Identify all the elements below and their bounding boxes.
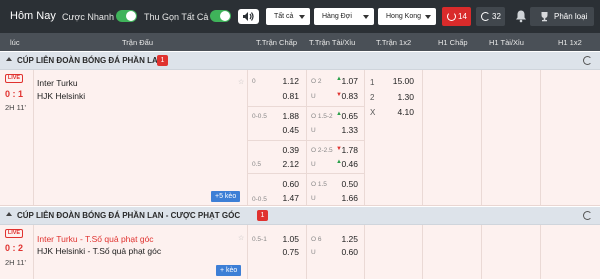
ou-line: U [311,127,316,134]
odds-cell[interactable]: 0.83 [334,91,358,101]
match-score: 0 : 1 [5,89,24,99]
odds-cell[interactable]: 0.45 [275,125,299,135]
live-icon [447,12,456,21]
odds-cell[interactable]: 1.88 [275,111,299,121]
filter-dropdown[interactable]: Tất cả [266,8,310,25]
sound-button[interactable] [238,9,259,24]
speaker-icon [243,12,254,21]
league-header[interactable]: CÚP LIÊN ĐOÀN BÓNG ĐÁ PHẦN LAN - CƯỢC PH… [0,207,600,225]
chevron-down-icon [299,15,305,19]
match-row: LIVE 0 : 1 2H 11' Inter Turku HJK Helsin… [0,70,600,206]
hdp-line: 0.5 [252,161,262,168]
odds-cell[interactable]: 0.81 [275,91,299,101]
refresh-button[interactable]: 32 [476,7,505,26]
chevron-up-icon[interactable] [6,57,12,61]
classify-button[interactable]: Phân loại [530,7,594,26]
col-ft-1x2: T.Trận 1x2 [376,38,412,47]
hdp-line: 0-0.5 [252,196,267,203]
sort-dropdown[interactable]: Hàng Đợi [314,8,374,25]
match-time: 2H 11' [5,103,26,112]
ou-line: U [311,161,316,168]
chevron-up-icon[interactable] [6,212,12,216]
chevron-down-icon [363,15,369,19]
match-score: 0 : 2 [5,243,24,253]
col-h1-handicap: H1 Chấp [438,38,468,47]
refresh-icon [481,12,490,21]
trophy-icon [541,12,548,22]
quick-bet-label: Cược Nhanh [62,12,114,22]
ou-line: O 1.5 [311,181,327,188]
odds-cell[interactable]: 1.12 [275,76,299,86]
odds-cell[interactable]: 15.00 [390,76,414,86]
odds-cell[interactable]: 1.05 [275,234,299,244]
odds-cell[interactable]: 1.33 [334,125,358,135]
refresh-icon[interactable] [583,211,592,220]
odds-cell[interactable]: 1.30 [390,92,414,102]
quick-bet-toggle[interactable] [116,10,137,22]
odds-cell[interactable]: 0.46 [334,159,358,169]
col-h1-1x2: H1 1x2 [558,38,582,47]
away-team[interactable]: HJK Helsinki [37,91,85,101]
chevron-down-icon [425,15,431,19]
odds-cell[interactable]: 1.47 [275,193,299,203]
odds-cell[interactable]: 0.65 [334,111,358,121]
match-time: 2H 11' [5,258,26,267]
odds-cell[interactable]: 1.78 [334,145,358,155]
col-time: lúc [10,38,20,47]
odds-cell[interactable]: 0.75 [275,247,299,257]
region-dropdown[interactable]: Hong Kong [378,8,436,25]
match-row: LIVE 0 : 2 2H 11' Inter Turku - T.Số quả… [0,225,600,279]
column-header: lúc Trận Đấu T.Trận Chấp T.Trận Tài/Xỉu … [0,33,600,51]
odds-cell[interactable]: 0.39 [275,145,299,155]
odds-cell[interactable]: 1.66 [334,193,358,203]
ou-line: U [311,249,316,256]
hdp-line: 0-0.5 [252,113,267,120]
odds-cell[interactable]: 0.50 [334,179,358,189]
star-icon[interactable]: ☆ [238,78,244,86]
col-h1-over-under: H1 Tài/Xỉu [489,38,524,47]
hdp-line: 0 [252,78,256,85]
odds-cell[interactable]: 0.60 [334,247,358,257]
star-icon[interactable]: ☆ [238,234,244,242]
ou-line: U [311,195,316,202]
ou-line: O 1.5-2 [311,113,333,120]
more-markets-button[interactable]: +5 kèo [211,191,241,202]
more-markets-button[interactable]: + kèo [216,265,242,276]
collapse-all-label: Thu Gọn Tất Cả [144,12,209,22]
match-count-badge: 1 [257,210,268,221]
match-count-badge: 1 [157,55,168,66]
odds-cell[interactable]: 2.12 [275,159,299,169]
home-team[interactable]: Inter Turku - T.Số quả phạt góc [37,234,154,244]
x12-label: 1 [370,78,375,87]
home-team[interactable]: Inter Turku [37,78,78,88]
league-name: CÚP LIÊN ĐOÀN BÓNG ĐÁ PHẦN LAN [17,56,164,65]
page-title: Hôm Nay [10,10,56,22]
odds-cell[interactable]: 1.07 [334,76,358,86]
ou-line: O 2-2.5 [311,147,333,154]
live-badge: LIVE [5,229,23,238]
odds-cell[interactable]: 1.25 [334,234,358,244]
refresh-icon[interactable] [583,56,592,65]
ou-line: O 2 [311,78,322,85]
hdp-line: 0.5-1 [252,236,267,243]
x12-label: X [370,108,376,117]
top-bar: Hôm Nay Cược Nhanh Thu Gọn Tất Cả Tất cả… [0,0,600,33]
league-header[interactable]: CÚP LIÊN ĐOÀN BÓNG ĐÁ PHẦN LAN 1 [0,52,600,70]
x12-label: 2 [370,93,375,102]
away-team[interactable]: HJK Helsinki - T.Số quả phạt góc [37,246,161,256]
ou-line: U [311,93,316,100]
col-ft-over-under: T.Trận Tài/Xỉu [309,38,356,47]
ou-line: O 6 [311,236,322,243]
bell-icon[interactable] [514,9,528,23]
odds-cell[interactable]: 0.60 [275,179,299,189]
collapse-all-toggle[interactable] [210,10,231,22]
live-badge: LIVE [5,74,23,83]
col-ft-handicap: T.Trận Chấp [256,38,297,47]
live-button[interactable]: 14 [442,7,471,26]
odds-cell[interactable]: 4.10 [390,107,414,117]
league-name: CÚP LIÊN ĐOÀN BÓNG ĐÁ PHẦN LAN - CƯỢC PH… [17,211,241,220]
col-match: Trận Đấu [122,38,153,47]
